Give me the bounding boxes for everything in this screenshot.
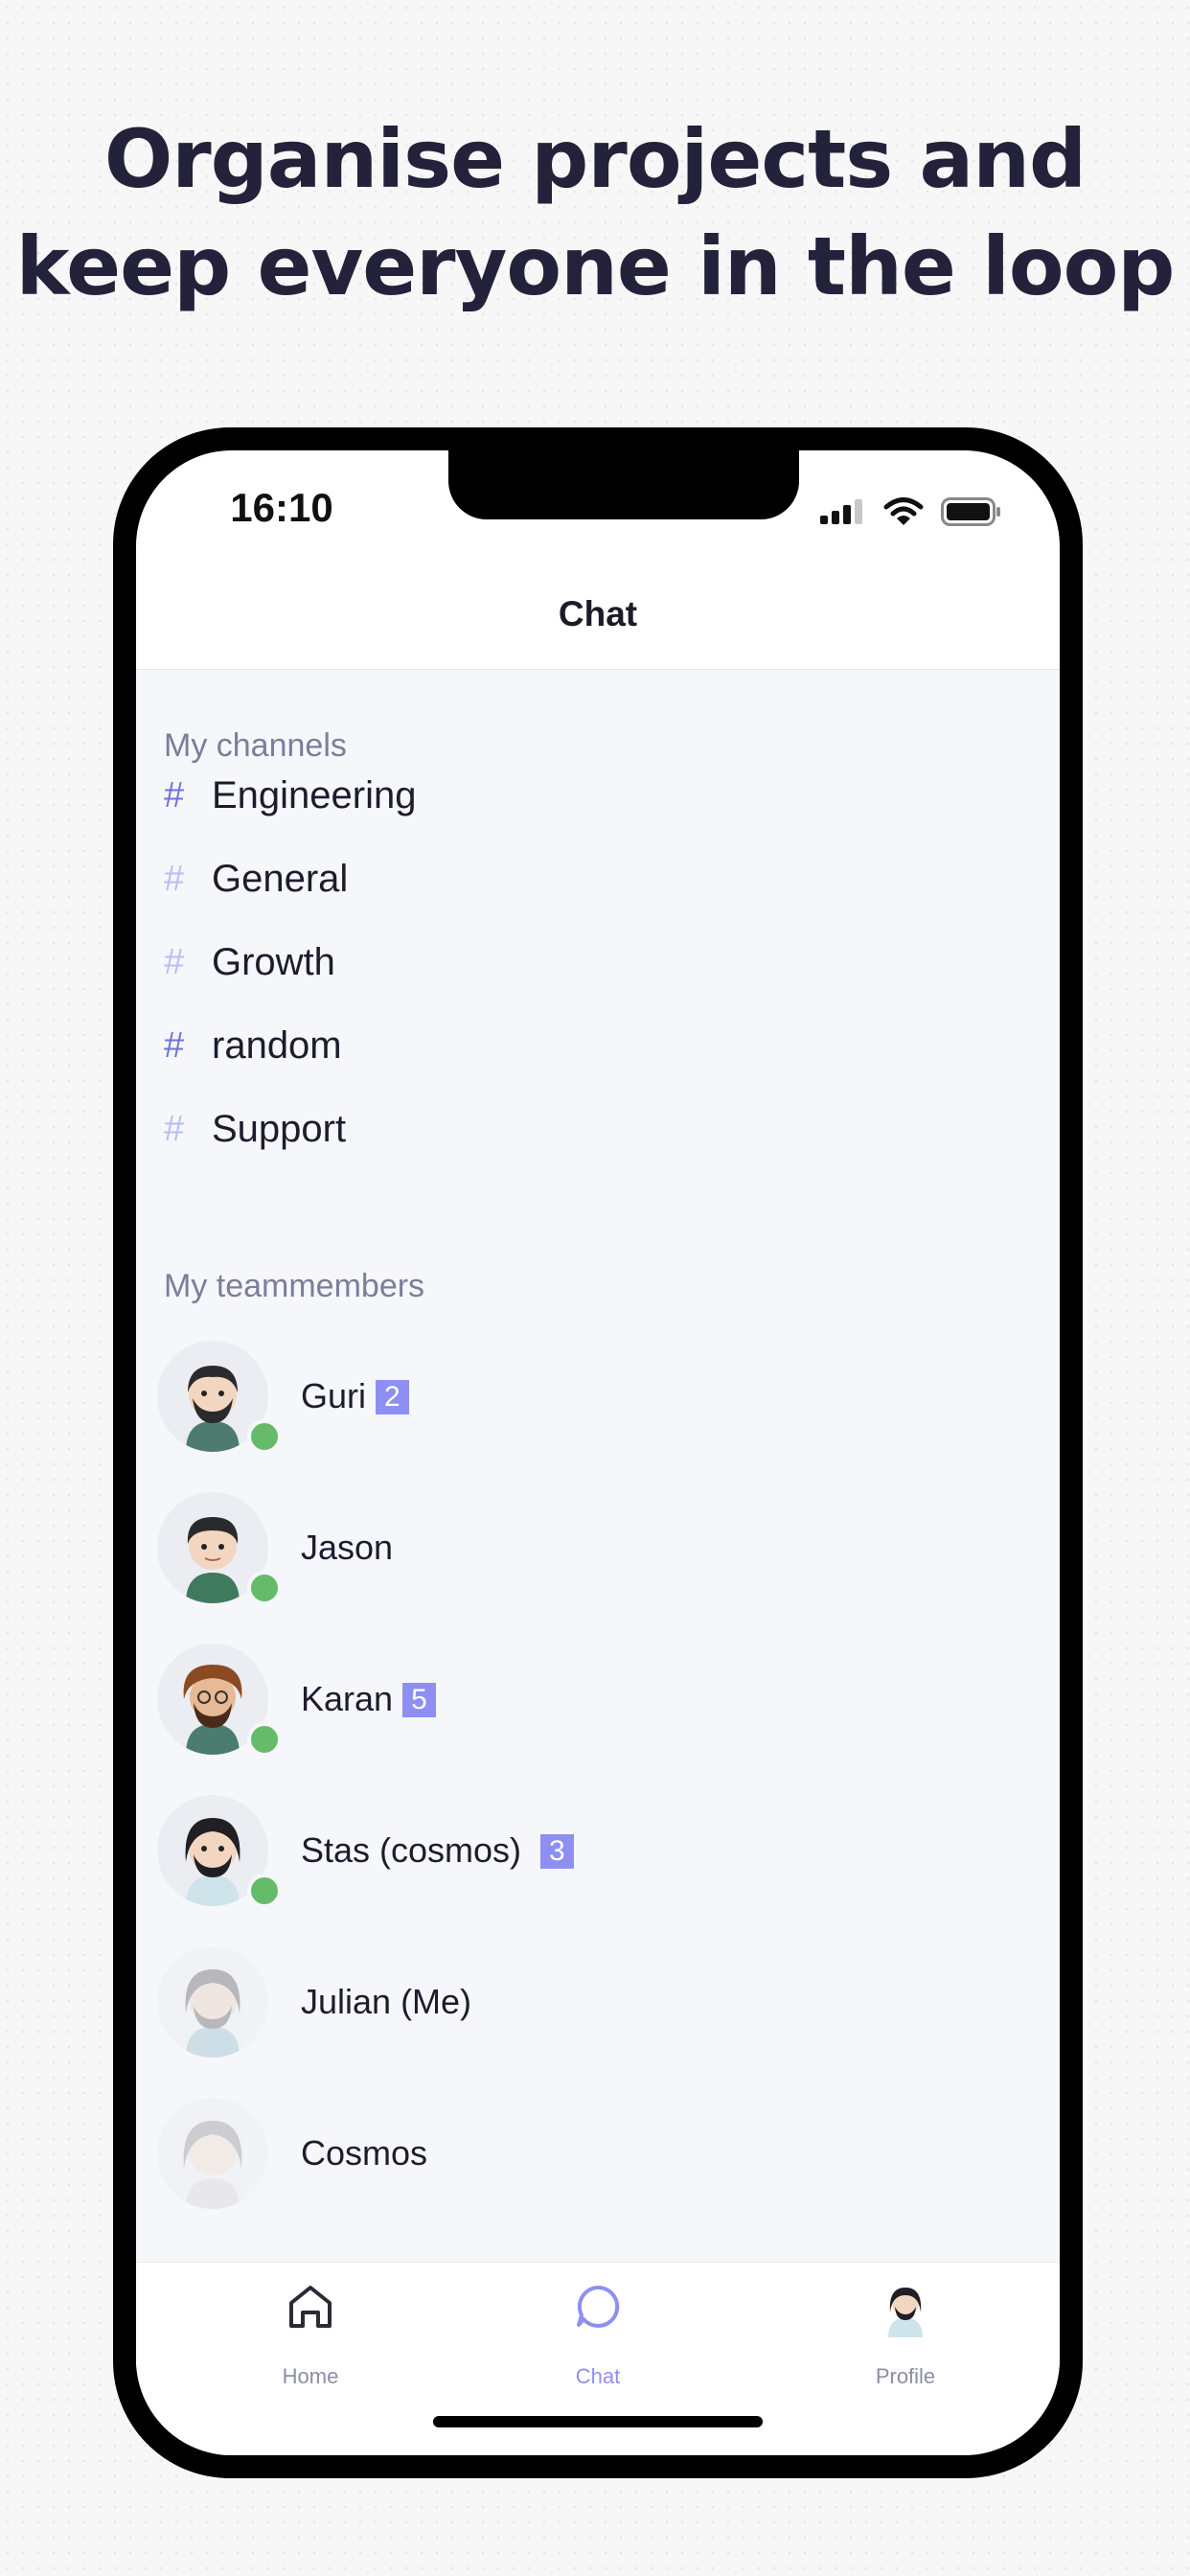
marketing-headline: Organise projects and keep everyone in t… — [0, 105, 1190, 320]
avatar — [157, 1946, 268, 2058]
tab-home[interactable]: Home — [215, 2276, 406, 2391]
avatar — [157, 2098, 268, 2209]
navigation-bar: Chat — [136, 573, 1060, 670]
teammember-item-karan[interactable]: Karan 5 — [157, 1638, 1039, 1760]
online-status-indicator — [247, 1874, 282, 1908]
hash-icon: # — [164, 1108, 185, 1149]
person-avatar-icon — [185, 1969, 240, 2058]
teammember-name: Guri 2 — [301, 1376, 409, 1416]
tab-bar: Home Chat Profile — [136, 2262, 1060, 2455]
phone-frame: 16:10 Chat My channels # Engineering # G… — [113, 427, 1083, 2478]
profile-avatar-icon — [888, 2288, 923, 2337]
teammember-name: Jason — [301, 1528, 394, 1567]
page-title: Chat — [558, 594, 638, 633]
tab-profile-label: Profile — [875, 2364, 936, 2388]
avatar — [157, 1795, 282, 1908]
channel-item-engineering[interactable]: # Engineering — [164, 757, 1026, 834]
tab-profile[interactable]: Profile — [810, 2276, 1001, 2391]
headline-line-1: Organise projects and — [103, 112, 1087, 206]
channel-label: Support — [212, 1107, 347, 1150]
online-status-indicator — [247, 1722, 282, 1757]
teammember-item-jason[interactable]: Jason — [157, 1486, 1039, 1609]
hash-icon: # — [164, 774, 185, 816]
person-avatar-icon — [183, 2121, 242, 2209]
hash-icon: # — [164, 1024, 185, 1066]
tab-home-label: Home — [282, 2364, 339, 2388]
unread-count-badge: 5 — [402, 1683, 436, 1717]
online-status-indicator — [247, 1571, 282, 1605]
chat-bubble-icon — [577, 2285, 620, 2328]
channel-item-general[interactable]: # General — [164, 840, 1026, 917]
channel-item-growth[interactable]: # Growth — [164, 924, 1026, 1000]
unread-count-badge: 3 — [540, 1834, 574, 1869]
channel-item-support[interactable]: # Support — [164, 1091, 1026, 1167]
unread-count-badge: 2 — [376, 1380, 409, 1414]
tab-chat[interactable]: Chat — [502, 2276, 694, 2391]
teammember-name: Cosmos — [301, 2133, 428, 2173]
hash-icon: # — [164, 941, 185, 982]
tab-chat-label: Chat — [575, 2364, 621, 2388]
teammember-item-guri[interactable]: Guri 2 — [157, 1335, 1039, 1458]
online-status-indicator — [247, 1419, 282, 1454]
status-time: 16:10 — [230, 485, 333, 530]
section-title-teammembers: My teammembers — [164, 1268, 425, 1304]
channel-item-random[interactable]: # random — [164, 1007, 1026, 1084]
teammember-name: Julian (Me) — [301, 1982, 472, 2021]
home-icon — [289, 2286, 332, 2328]
battery-icon — [941, 497, 1000, 526]
teammember-name: Stas (cosmos) 3 — [301, 1830, 574, 1871]
notch — [448, 450, 799, 519]
avatar — [157, 1492, 282, 1605]
teammember-item-julian[interactable]: Julian (Me) — [157, 1941, 1039, 2063]
home-indicator[interactable] — [433, 2416, 763, 2427]
headline-line-2: keep everyone in the loop — [15, 219, 1176, 313]
avatar — [157, 1644, 282, 1757]
wifi-icon — [883, 497, 924, 525]
chat-list[interactable]: My channels # Engineering # General # Gr… — [136, 670, 1060, 2262]
channel-label: random — [212, 1024, 342, 1067]
channel-label: Growth — [212, 940, 335, 983]
avatar — [157, 1341, 282, 1454]
channel-label: Engineering — [212, 773, 417, 816]
cellular-signal-icon — [820, 499, 862, 524]
teammember-item-cosmos[interactable]: Cosmos — [157, 2092, 1039, 2215]
teammember-name: Karan 5 — [301, 1679, 436, 1719]
phone-screen: 16:10 Chat My channels # Engineering # G… — [136, 450, 1060, 2455]
status-icons — [820, 493, 1002, 531]
hash-icon: # — [164, 858, 185, 899]
channel-label: General — [212, 857, 349, 900]
teammember-item-stas[interactable]: Stas (cosmos) 3 — [157, 1789, 1039, 1912]
